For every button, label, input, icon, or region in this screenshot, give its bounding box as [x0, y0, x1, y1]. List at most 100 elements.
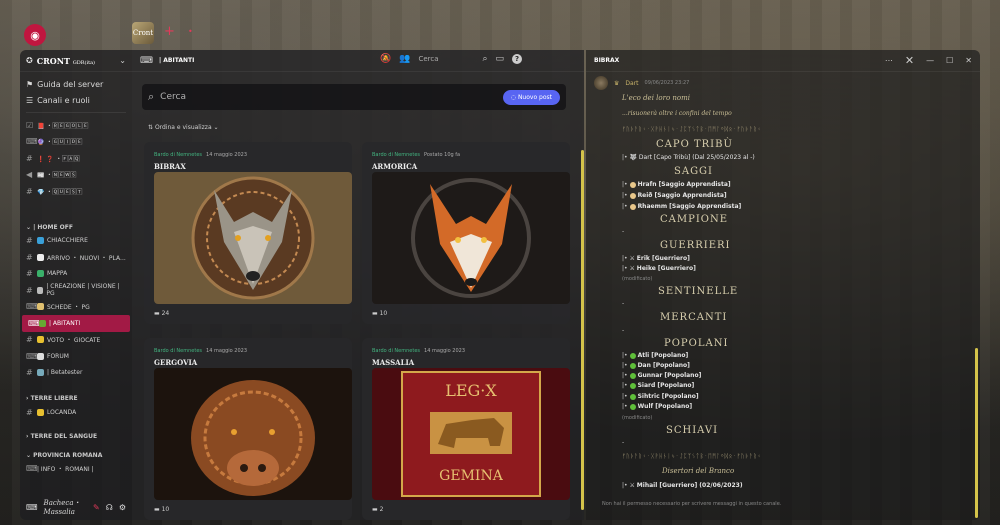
- forum-post-card[interactable]: Bardo di Nemnetes 14 maggio 2023 GERGOVI…: [144, 338, 352, 520]
- header-search-input[interactable]: Cerca: [418, 55, 474, 63]
- guerriero-entry: |• ⚔ Heike [Guerriero]: [622, 265, 696, 272]
- section-sentinelle: SENTINELLE: [658, 286, 739, 297]
- forum-post-card[interactable]: Bardo di Nemnetes 14 maggio 2023 BIBRAX …: [144, 142, 352, 324]
- post-title: ARMORICA: [372, 162, 418, 171]
- forum-icon: ⌨: [140, 55, 153, 66]
- post-author: Bardo di Nemnetes: [372, 152, 421, 158]
- post-title: MASSALIA: [372, 358, 415, 367]
- forum-post-card[interactable]: Bardo di Nemnetes 14 maggio 2023 MASSALI…: [362, 338, 570, 520]
- section-guerrieri: GUERRIERI: [660, 240, 731, 251]
- channel-label: SCHEDE ・ PG: [47, 304, 90, 312]
- help-icon[interactable]: ?: [512, 54, 522, 64]
- maximize-icon[interactable]: ☐: [946, 56, 953, 65]
- channel-label: 💎 ・🅀🅄🄴🅂🅃: [37, 188, 83, 196]
- sort-button[interactable]: ⇅ Ordina e visualizza ⌄: [148, 124, 219, 131]
- channel-betatester[interactable]: # | Betatester: [20, 365, 132, 382]
- saggi-entry: |• Hrafn [Saggio Apprendista]: [622, 181, 731, 188]
- forum-icon: ⌨: [26, 302, 38, 312]
- gear-icon[interactable]: ⚙: [119, 503, 126, 512]
- category-terre-libere[interactable]: › TERRE LIBERE: [20, 389, 132, 404]
- section-popolani: POPOLANI: [664, 338, 729, 349]
- channel-faq[interactable]: # ❗ ❓ ・🄵🄰🅀: [20, 150, 132, 167]
- channel-guide[interactable]: ⌨ 🔮 ・🄶🅄🄸🄳🄴: [20, 134, 132, 151]
- channel-locanda[interactable]: # LOCANDA: [20, 404, 132, 421]
- new-post-button[interactable]: ◌ Nuovo post: [502, 89, 560, 105]
- members-icon[interactable]: 👥: [399, 54, 410, 64]
- channel-forum[interactable]: ⌨ FORUM: [20, 348, 132, 365]
- category-label: | HOME OFF: [33, 223, 73, 231]
- empty-dash: -: [622, 228, 625, 235]
- message-input[interactable]: Non hai il permesso necessario per scriv…: [594, 496, 972, 512]
- more-icon[interactable]: ⋯: [885, 56, 893, 65]
- reply-count: ▬ 10: [372, 310, 388, 317]
- channel-creazione[interactable]: # | CREAZIONE | VISIONE | PG: [20, 282, 132, 299]
- discord-icon[interactable]: ◉: [24, 24, 46, 46]
- channel-chiacchiere[interactable]: # CHIACCHIERE: [20, 233, 132, 250]
- post-author: Bardo di Nemnetes: [154, 152, 203, 158]
- message-author[interactable]: Dart: [625, 80, 638, 87]
- category-label: TERRE DEL SANGUE: [30, 432, 98, 440]
- channels-roles-link[interactable]: ☰ Canali e ruoli: [20, 92, 132, 108]
- capo-entry: |• 🐺 Dart [Capo Tribù] (Dal 25/05/2023 a…: [622, 154, 755, 161]
- channel-sidebar: ✪ CRONT GDR(ita) ⌄ ⚑ Guida del server ☰ …: [20, 50, 132, 520]
- thread-scrollbar[interactable]: [975, 348, 978, 518]
- inbox-icon[interactable]: ▭: [495, 54, 504, 64]
- emoji-icon: [37, 237, 44, 245]
- channel-news[interactable]: ◀ 📰 ・🄽🄴🅆🅂: [20, 167, 132, 184]
- checkbox-icon: ☑: [26, 120, 34, 130]
- hash-icon: #: [26, 236, 33, 246]
- channel-label: VOTO ・ GIOCATE: [47, 337, 101, 345]
- fox-image: [372, 172, 570, 304]
- footer-channel-label[interactable]: Bacheca・Massalia: [44, 498, 87, 516]
- post-date: 14 maggio 2023: [206, 348, 248, 354]
- hash-icon: #: [26, 335, 33, 345]
- post-date: Postato 10g fa: [424, 152, 461, 158]
- emoji-icon: [37, 369, 44, 377]
- minimize-icon[interactable]: —: [926, 56, 934, 65]
- thread-title: BIBRAX: [594, 57, 620, 64]
- channel-label: 📕 ・🅁🄴🄶🄾🄻🄴: [37, 122, 89, 130]
- popolano-entry: |• Dan [Popolano]: [622, 362, 690, 369]
- category-roma[interactable]: ⌄ PROVINCIA ROMANA: [20, 446, 132, 461]
- channel-label: | ABITANTI: [49, 319, 81, 327]
- channel-arrivo[interactable]: # ARRIVO ・ NUOVI ・ PLA...: [20, 249, 132, 266]
- add-tab-button[interactable]: +: [164, 24, 175, 39]
- channel-mappa[interactable]: # MAPPA: [20, 266, 132, 283]
- server-name: CRONT GDR(ita): [36, 55, 96, 66]
- channel-abitanti[interactable]: ⌨ | ABITANTI: [22, 315, 130, 332]
- forum-icon: ⌨: [26, 351, 38, 361]
- forum-search-bar[interactable]: ⌕ Cerca ◌ Nuovo post: [142, 84, 566, 110]
- chevron-down-icon[interactable]: ⌄: [119, 56, 126, 65]
- forum-post-card[interactable]: Bardo di Nemnetes Postato 10g fa ARMORIC…: [362, 142, 570, 324]
- empty-dash: -: [622, 300, 625, 307]
- notifications-off-icon[interactable]: 🔕: [380, 54, 391, 64]
- headphones-icon[interactable]: ☊: [106, 503, 113, 512]
- post-author: Bardo di Nemnetes: [154, 348, 203, 354]
- channel-label: CHIACCHIERE: [47, 237, 88, 245]
- close-icon[interactable]: ✕: [905, 54, 914, 67]
- saggi-entry: |• Rhaemm [Saggio Apprendista]: [622, 203, 742, 210]
- avatar[interactable]: [594, 76, 608, 90]
- search-icon: ⌕: [482, 54, 488, 64]
- window-close-icon[interactable]: ✕: [965, 56, 972, 65]
- category-sangue[interactable]: › TERRE DEL SANGUE: [20, 427, 132, 442]
- server-icon: ✪: [26, 56, 33, 65]
- channel-schede[interactable]: ⌨ SCHEDE ・ PG: [20, 299, 132, 316]
- hash-icon: #: [26, 252, 33, 262]
- forum-scrollbar[interactable]: [581, 150, 584, 510]
- guide-link[interactable]: ⚑ Guida del server: [20, 76, 132, 92]
- list-icon: ☰: [26, 95, 34, 105]
- mic-muted-icon[interactable]: ✎: [93, 503, 100, 512]
- server-header[interactable]: ✪ CRONT GDR(ita) ⌄: [20, 50, 132, 72]
- popolano-entry: |• Gunnar [Popolano]: [622, 372, 702, 379]
- channel-quest[interactable]: # 💎 ・🅀🅄🄴🅂🅃: [20, 183, 132, 200]
- channel-regole[interactable]: ☑ 📕 ・🅁🄴🄶🄾🄻🄴: [20, 117, 132, 134]
- disertori-heading: Disertori del Branco: [662, 467, 735, 475]
- channel-info-romani[interactable]: ⌨ | INFO ・ ROMANI |: [20, 461, 132, 478]
- server-tab[interactable]: Cront: [132, 22, 154, 44]
- section-campione: CAMPIONE: [660, 214, 729, 225]
- intro-text-2: ...risuonerà oltre i confini del tempo: [622, 110, 732, 117]
- channel-voto[interactable]: # VOTO ・ GIOCATE: [20, 332, 132, 349]
- category-home[interactable]: ⌄ | HOME OFF: [20, 218, 132, 233]
- legion-top-text: LEG·X: [445, 381, 497, 400]
